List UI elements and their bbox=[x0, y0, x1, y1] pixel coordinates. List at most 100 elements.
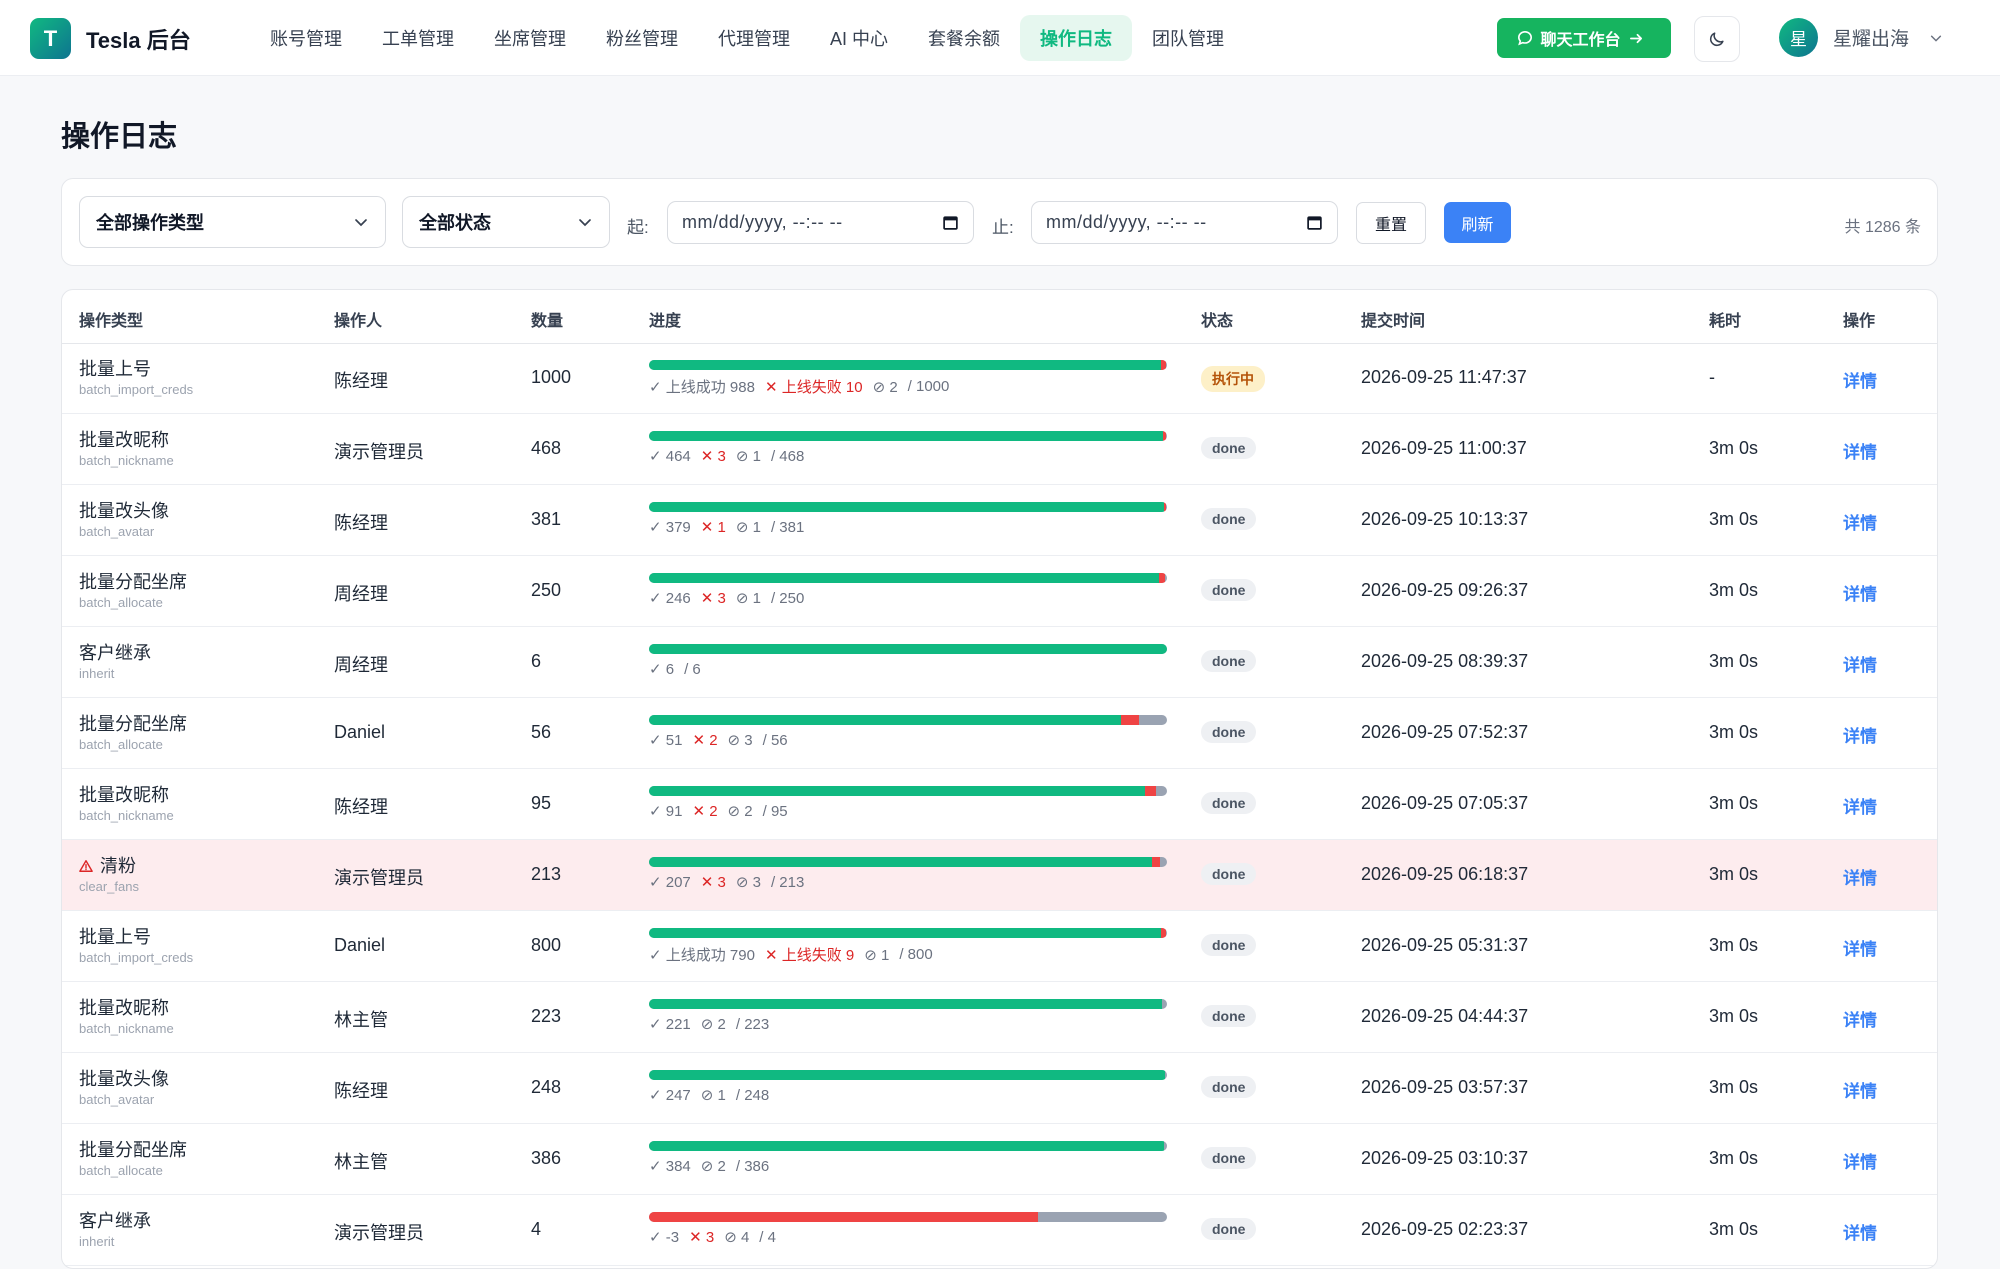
skipped-count: ⊘ 4 bbox=[724, 1229, 750, 1246]
quantity-cell: 468 bbox=[531, 438, 562, 458]
details-link[interactable]: 详情 bbox=[1843, 580, 1877, 605]
details-link[interactable]: 详情 bbox=[1843, 1148, 1877, 1173]
skipped-count: ⊘ 3 bbox=[735, 874, 761, 891]
chat-workbench-button[interactable]: 聊天工作台 bbox=[1497, 18, 1671, 58]
operation-type-select[interactable]: 全部操作类型 bbox=[79, 196, 386, 248]
skipped-count-value: 1 bbox=[752, 519, 761, 536]
fail-count-value: 1 bbox=[717, 519, 726, 536]
skipped-count-value: 2 bbox=[889, 378, 898, 396]
refresh-button[interactable]: 刷新 bbox=[1444, 202, 1511, 243]
operation-type-cell: 批量改昵称 batch_nickname bbox=[79, 429, 174, 468]
nav-item[interactable]: 代理管理 bbox=[698, 15, 810, 61]
table-row: 客户继承 inherit 演示管理员 4 ✓ -3 ✕ 3 ⊘ 4 / 4 done 2026-0… bbox=[62, 1195, 1937, 1266]
nav-item[interactable]: 团队管理 bbox=[1132, 15, 1244, 61]
success-count-value: 91 bbox=[665, 803, 683, 820]
success-count: ✓ 464 bbox=[649, 448, 691, 465]
submit-time-cell: 2026-09-25 05:31:37 bbox=[1361, 935, 1529, 955]
table-row: 批量改昵称 batch_nickname 陈经理 95 ✓ 91 ✕ 2 ⊘ 2 / 95 do… bbox=[62, 769, 1937, 840]
nav-item[interactable]: 工单管理 bbox=[362, 15, 474, 61]
column-header: 数量 bbox=[531, 313, 564, 330]
success-count-value: 51 bbox=[665, 732, 683, 749]
fail-count: ✕ 上线失败 9 bbox=[764, 947, 855, 964]
avatar: 星 bbox=[1779, 18, 1818, 57]
progress-bar bbox=[649, 786, 1167, 796]
details-link[interactable]: 详情 bbox=[1843, 793, 1877, 818]
details-link[interactable]: 详情 bbox=[1843, 1077, 1877, 1102]
operation-type-cell: 客户继承 inherit bbox=[79, 642, 151, 681]
nav-item[interactable]: 粉丝管理 bbox=[586, 15, 698, 61]
user-menu[interactable]: 星 星耀出海 bbox=[1779, 18, 1943, 57]
progress-success-segment bbox=[649, 644, 1167, 654]
details-link[interactable]: 详情 bbox=[1843, 367, 1877, 392]
skipped-count-value: 1 bbox=[717, 1087, 726, 1104]
fail-count-value: 上线失败 10 bbox=[781, 379, 863, 396]
calendar-icon[interactable] bbox=[1306, 214, 1323, 231]
operation-type-cell: 清粉 clear_fans bbox=[79, 855, 139, 894]
fail-count: ✕ 1 bbox=[700, 519, 726, 536]
status-select[interactable]: 全部状态 bbox=[402, 196, 610, 248]
end-datetime-input[interactable]: mm/dd/yyyy, --:-- -- bbox=[1031, 201, 1338, 244]
brand-logo: T bbox=[30, 18, 71, 59]
user-name: 星耀出海 bbox=[1833, 29, 1910, 50]
operation-type-cell: 批量上号 batch_import_creds bbox=[79, 358, 193, 397]
operation-type-code: inherit bbox=[79, 666, 115, 681]
calendar-icon[interactable] bbox=[942, 214, 959, 231]
progress-cell: ✓ 上线成功 988 ✕ 上线失败 10 ⊘ 2 / 1000 bbox=[649, 360, 1167, 397]
details-link[interactable]: 详情 bbox=[1843, 935, 1877, 960]
operation-type-name: 清粉 bbox=[79, 855, 139, 877]
details-link[interactable]: 详情 bbox=[1843, 1006, 1877, 1031]
quantity-cell: 4 bbox=[531, 1219, 542, 1239]
quantity-cell: 386 bbox=[531, 1148, 562, 1168]
column-header: 操作人 bbox=[334, 313, 383, 330]
progress-cell: ✓ 379 ✕ 1 ⊘ 1 / 381 bbox=[649, 502, 1167, 536]
brand[interactable]: T Tesla 后台 bbox=[30, 18, 191, 59]
operation-type-cell: 批量分配坐席 batch_allocate bbox=[79, 1139, 187, 1178]
progress-success-segment bbox=[649, 1141, 1165, 1151]
nav-item[interactable]: 操作日志 bbox=[1020, 15, 1133, 61]
quantity-cell: 6 bbox=[531, 651, 542, 671]
operation-type-cell: 批量上号 batch_import_creds bbox=[79, 926, 193, 965]
operation-type-name: 批量分配坐席 bbox=[79, 571, 187, 593]
column-header: 操作类型 bbox=[79, 313, 144, 330]
moon-icon bbox=[1709, 32, 1724, 47]
brand-name: Tesla 后台 bbox=[86, 27, 191, 53]
table-row: 批量改头像 batch_avatar 陈经理 248 ✓ 247 ⊘ 1 / 248 done… bbox=[62, 1053, 1937, 1124]
table-row: 批量改昵称 batch_nickname 林主管 223 ✓ 221 ⊘ 2 / 223 do… bbox=[62, 982, 1937, 1053]
nav-item[interactable]: 账号管理 bbox=[250, 15, 362, 61]
column-header: 操作 bbox=[1843, 313, 1876, 330]
nav-item[interactable]: AI 中心 bbox=[810, 15, 908, 61]
status-cell: done bbox=[1201, 579, 1257, 601]
progress-bar bbox=[649, 928, 1167, 938]
progress-cell: ✓ 221 ⊘ 2 / 223 bbox=[649, 999, 1167, 1033]
submit-time-cell: 2026-09-25 02:23:37 bbox=[1361, 1219, 1529, 1239]
details-link[interactable]: 详情 bbox=[1843, 509, 1877, 534]
status-badge: done bbox=[1201, 934, 1257, 956]
nav-item[interactable]: 套餐余额 bbox=[908, 15, 1020, 61]
nav-item[interactable]: 坐席管理 bbox=[474, 15, 586, 61]
table-row: 批量分配坐席 batch_allocate 周经理 250 ✓ 246 ✕ 3 ⊘ 1 / 2… bbox=[62, 556, 1937, 627]
table-row: 客户继承 inherit 周经理 6 ✓ 6/ 6 done 2026-09-25 08:3… bbox=[62, 627, 1937, 698]
success-count: ✓ 384 bbox=[649, 1158, 691, 1175]
theme-toggle-button[interactable] bbox=[1694, 16, 1740, 62]
details-link[interactable]: 详情 bbox=[1843, 722, 1877, 747]
start-datetime-input[interactable]: mm/dd/yyyy, --:-- -- bbox=[667, 201, 974, 244]
total-count-label: / 4 bbox=[759, 1228, 776, 1246]
total-count-label: / 381 bbox=[770, 518, 805, 536]
table-row: 清粉 clear_fans 演示管理员 213 ✓ 207 ✕ 3 ⊘ 3 / 213 done… bbox=[62, 840, 1937, 911]
submit-time-cell: 2026-09-25 07:52:37 bbox=[1361, 722, 1529, 742]
progress-fail-segment bbox=[1152, 857, 1160, 867]
operator-cell: 周经理 bbox=[334, 655, 388, 675]
page-title: 操作日志 bbox=[61, 121, 178, 153]
progress-bar bbox=[649, 573, 1167, 583]
operation-type-code: batch_nickname bbox=[79, 808, 174, 823]
details-link[interactable]: 详情 bbox=[1843, 651, 1877, 676]
skipped-count: ⊘ 2 bbox=[700, 1158, 726, 1175]
skipped-count: ⊘ 2 bbox=[872, 378, 898, 396]
reset-button[interactable]: 重置 bbox=[1356, 202, 1426, 244]
total-count-label: / 250 bbox=[770, 589, 805, 607]
success-count: ✓ 207 bbox=[649, 874, 691, 891]
details-link[interactable]: 详情 bbox=[1843, 1219, 1877, 1244]
success-count: ✓ 221 bbox=[649, 1016, 691, 1033]
details-link[interactable]: 详情 bbox=[1843, 864, 1877, 889]
details-link[interactable]: 详情 bbox=[1843, 438, 1877, 463]
